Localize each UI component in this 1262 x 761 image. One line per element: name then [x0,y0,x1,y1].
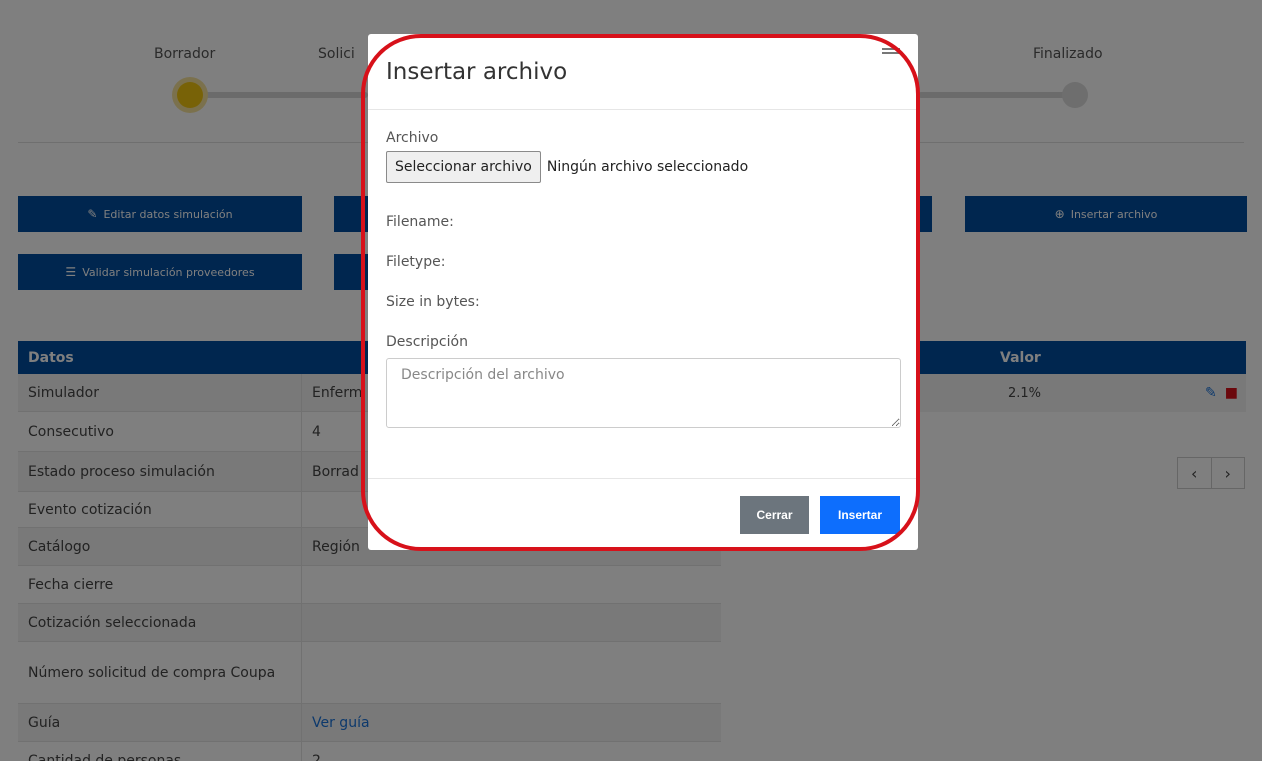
filename-label: Filename: [386,214,454,230]
modal-title: Insertar archivo [386,58,568,85]
insert-button[interactable]: Insertar [820,496,900,534]
file-label: Archivo [386,130,439,146]
select-file-button[interactable]: Seleccionar archivo [386,151,541,183]
file-input[interactable]: Seleccionar archivo Ningún archivo selec… [386,150,900,184]
modal-header: Insertar archivo [368,34,918,110]
filetype-label: Filetype: [386,254,446,270]
insert-file-modal: Insertar archivo Archivo Seleccionar arc… [368,34,918,550]
close-icon[interactable] [882,48,900,54]
description-label: Descripción [386,334,468,350]
size-label: Size in bytes: [386,294,480,310]
description-textarea[interactable] [386,358,901,428]
modal-body: Archivo Seleccionar archivo Ningún archi… [368,110,918,432]
file-status-text: Ningún archivo seleccionado [546,159,749,175]
close-button[interactable]: Cerrar [740,496,809,534]
